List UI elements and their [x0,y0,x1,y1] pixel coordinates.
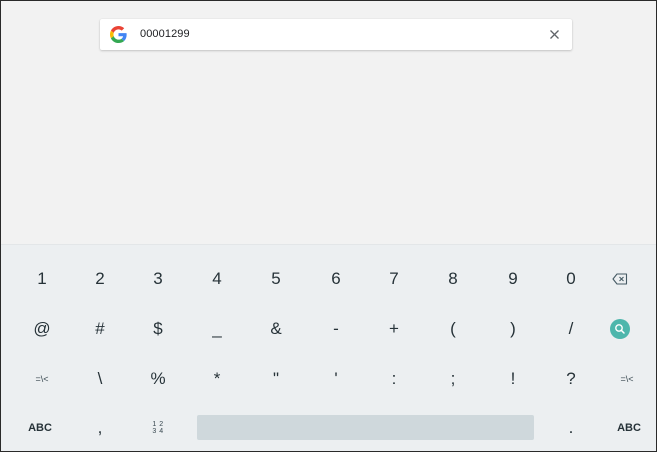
key-hash[interactable]: # [71,305,129,353]
search-input[interactable]: 00001299 [140,19,190,50]
abc-key-right[interactable]: ABC [600,404,656,451]
key-open-paren[interactable]: ( [424,305,482,353]
key-asterisk[interactable]: * [188,355,246,403]
key-7[interactable]: 7 [365,255,423,303]
keyboard-row-symbols-2: =\< \ % * " ' : ; ! ? =\< [1,355,656,403]
screen: 00001299 1 2 3 4 5 6 7 8 9 0 @ # $ _ & -… [0,0,657,452]
google-g-icon [110,26,127,43]
key-minus[interactable]: - [307,305,365,353]
key-comma[interactable]: , [71,404,129,451]
key-2[interactable]: 2 [71,255,129,303]
search-icon [610,319,630,339]
key-3[interactable]: 3 [129,255,187,303]
key-close-paren[interactable]: ) [484,305,542,353]
search-bar[interactable]: 00001299 [100,19,572,50]
key-question[interactable]: ? [542,355,600,403]
key-colon[interactable]: : [365,355,423,403]
key-dollar[interactable]: $ [129,305,187,353]
key-semicolon[interactable]: ; [424,355,482,403]
key-at[interactable]: @ [13,305,71,353]
key-percent[interactable]: % [129,355,187,403]
backspace-icon [612,273,628,285]
more-symbols-key[interactable]: =\< [13,355,71,403]
close-icon[interactable] [547,27,562,42]
abc-key-left[interactable]: ABC [11,404,69,451]
key-1[interactable]: 1 [13,255,71,303]
key-period[interactable]: . [542,404,600,451]
keyboard-row-numbers: 1 2 3 4 5 6 7 8 9 0 [1,255,656,303]
key-underscore[interactable]: _ [188,305,246,353]
keyboard-row-bottom: ABC , 1 2 3 4 . ABC [1,404,656,451]
backspace-key[interactable] [591,255,649,303]
key-double-quote[interactable]: " [247,355,305,403]
numpad-key[interactable]: 1 2 3 4 [129,404,187,451]
key-4[interactable]: 4 [188,255,246,303]
key-9[interactable]: 9 [484,255,542,303]
key-exclamation[interactable]: ! [484,355,542,403]
key-plus[interactable]: + [365,305,423,353]
search-key[interactable] [591,305,649,353]
spacebar[interactable] [197,415,534,440]
key-6[interactable]: 6 [307,255,365,303]
keyboard-row-symbols-1: @ # $ _ & - + ( ) / [1,305,656,353]
key-backslash[interactable]: \ [71,355,129,403]
key-5[interactable]: 5 [247,255,305,303]
more-symbols-key-right[interactable]: =\< [598,355,656,403]
key-ampersand[interactable]: & [247,305,305,353]
key-8[interactable]: 8 [424,255,482,303]
key-single-quote[interactable]: ' [307,355,365,403]
soft-keyboard: 1 2 3 4 5 6 7 8 9 0 @ # $ _ & - + () / … [1,244,656,451]
